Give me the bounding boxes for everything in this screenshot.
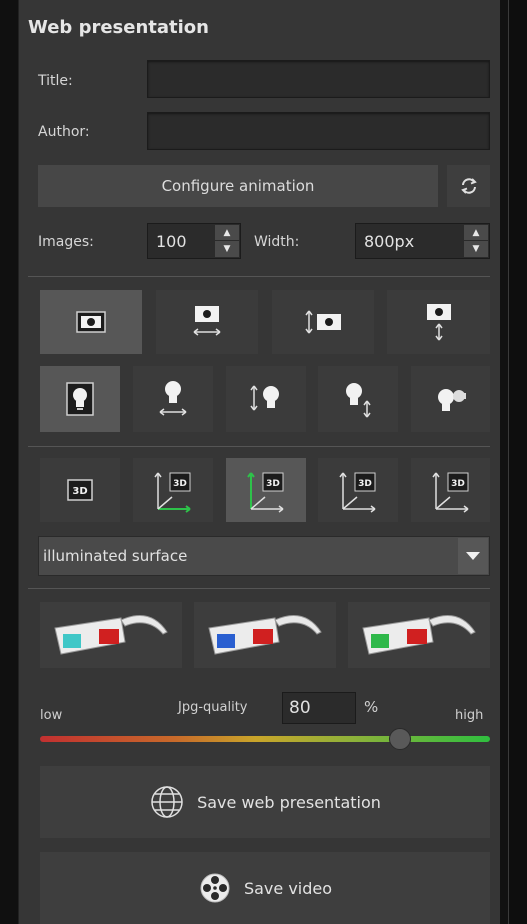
width-increment-button[interactable]: ▲: [464, 225, 488, 241]
view-3d-axis-green-x-button[interactable]: 3D: [133, 458, 213, 522]
separator: [28, 446, 490, 447]
camera-pan-horizontal-icon: [193, 306, 221, 336]
quality-label: Jpg-quality: [178, 700, 248, 715]
quality-low-label: low: [40, 708, 63, 723]
light-move-vertical-left-icon: [250, 385, 279, 411]
anaglyph-blue-red-button[interactable]: [194, 602, 336, 668]
configure-animation-button[interactable]: Configure animation: [38, 165, 438, 207]
anaglyph-cyan-red-button[interactable]: [40, 602, 182, 668]
light-static-icon: [66, 382, 94, 416]
camera-pan-vertical-left-icon: [305, 310, 341, 334]
save-video-button[interactable]: Save video: [40, 852, 490, 924]
quality-high-label: high: [455, 708, 484, 723]
configure-animation-label: Configure animation: [161, 177, 315, 195]
light-move-vertical-icon: [346, 383, 371, 418]
width-decrement-button[interactable]: ▼: [464, 241, 488, 257]
globe-icon: [151, 786, 183, 818]
camera-pan-horizontal-button[interactable]: [156, 290, 258, 354]
surface-select-value: illuminated surface: [43, 547, 188, 565]
anaglyph-green-red-icon: [362, 615, 476, 655]
title-label: Title:: [38, 73, 73, 89]
anaglyph-cyan-red-icon: [54, 615, 168, 655]
view-3d-icon: 3D: [67, 479, 93, 501]
save-video-label: Save video: [243, 878, 333, 898]
light-static-button[interactable]: [40, 366, 120, 432]
svg-text:3D: 3D: [451, 479, 465, 489]
author-label: Author:: [38, 124, 90, 140]
light-rotate-icon: [437, 389, 466, 411]
title-input[interactable]: [147, 60, 490, 98]
svg-text:3D: 3D: [266, 479, 280, 489]
view-3d-axis-gray-button[interactable]: 3D: [318, 458, 398, 522]
light-move-vertical-button[interactable]: [318, 366, 398, 432]
view-3d-axis-gray-icon: 3D: [339, 472, 376, 513]
svg-text:3D: 3D: [358, 479, 372, 489]
quality-slider-track[interactable]: [40, 736, 490, 742]
view-3d-axis-gray-2-button[interactable]: 3D: [411, 458, 490, 522]
images-increment-button[interactable]: ▲: [215, 225, 239, 241]
anaglyph-green-red-button[interactable]: [348, 602, 490, 668]
images-label: Images:: [38, 234, 94, 250]
view-3d-axis-green-xy-icon: 3D: [247, 472, 284, 513]
camera-static-button[interactable]: [40, 290, 142, 354]
light-rotate-button[interactable]: [411, 366, 490, 432]
quality-unit: %: [364, 698, 379, 716]
view-3d-axis-green-x-icon: 3D: [154, 472, 191, 513]
author-input[interactable]: [147, 112, 490, 150]
camera-static-icon: [76, 311, 106, 333]
light-move-vertical-left-button[interactable]: [226, 366, 306, 432]
camera-pan-vertical-icon: [426, 304, 451, 341]
save-web-presentation-label: Save web presentation: [197, 792, 381, 812]
anaglyph-blue-red-icon: [208, 615, 322, 655]
quality-slider-handle[interactable]: [389, 728, 411, 750]
quality-value: 80: [289, 698, 311, 718]
separator: [28, 588, 490, 589]
svg-text:3D: 3D: [173, 479, 187, 489]
chevron-down-icon[interactable]: [458, 538, 488, 574]
view-3d-button[interactable]: 3D: [40, 458, 120, 522]
quality-input[interactable]: 80: [282, 692, 356, 724]
images-value: 100: [156, 232, 187, 251]
width-spinbox[interactable]: 800px ▲ ▼: [355, 223, 490, 259]
width-value: 800px: [364, 232, 415, 251]
separator: [28, 276, 490, 277]
film-reel-icon: [200, 873, 230, 903]
images-spinbox[interactable]: 100 ▲ ▼: [147, 223, 241, 259]
svg-text:3D: 3D: [72, 486, 87, 497]
camera-pan-vertical-left-button[interactable]: [272, 290, 374, 354]
view-3d-axis-gray-2-icon: 3D: [431, 472, 468, 513]
panel-scrollbar[interactable]: [508, 0, 527, 924]
left-edge: [0, 0, 18, 924]
surface-select[interactable]: illuminated surface: [38, 536, 490, 576]
light-move-horizontal-button[interactable]: [133, 366, 213, 432]
width-label: Width:: [254, 234, 300, 250]
panel-title: Web presentation: [28, 17, 209, 38]
images-decrement-button[interactable]: ▼: [215, 241, 239, 257]
refresh-icon: [460, 178, 477, 194]
refresh-button[interactable]: [447, 165, 490, 207]
view-3d-axis-green-xy-button[interactable]: 3D: [226, 458, 306, 522]
save-web-presentation-button[interactable]: Save web presentation: [40, 766, 490, 838]
light-move-horizontal-icon: [159, 381, 187, 416]
camera-pan-vertical-button[interactable]: [387, 290, 490, 354]
